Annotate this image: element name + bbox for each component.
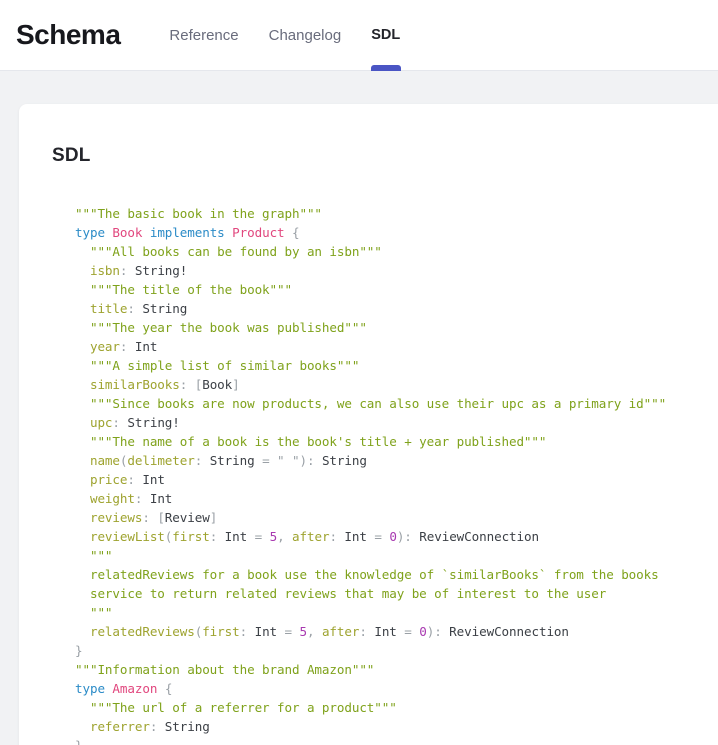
code-line: reviews: [Review] — [75, 508, 718, 527]
tab-reference[interactable]: Reference — [154, 0, 253, 70]
code-line: upc: String! — [75, 413, 718, 432]
code-line: name(delimeter: String = " "): String — [75, 451, 718, 470]
code-line: """ — [75, 603, 718, 622]
code-line: } — [75, 736, 718, 745]
content: SDL """The basic book in the graph"""typ… — [0, 71, 718, 745]
code-line: """Since books are now products, we can … — [75, 394, 718, 413]
header: Schema Reference Changelog SDL — [0, 0, 718, 71]
code-line: type Book implements Product { — [75, 223, 718, 242]
code-line: """The year the book was published""" — [75, 318, 718, 337]
tab-label: Changelog — [269, 27, 342, 44]
code-line: weight: Int — [75, 489, 718, 508]
tab-sdl[interactable]: SDL — [356, 0, 415, 70]
sdl-code-block: """The basic book in the graph"""type Bo… — [75, 204, 718, 745]
code-line: """The basic book in the graph""" — [75, 204, 718, 223]
code-line: """All books can be found by an isbn""" — [75, 242, 718, 261]
active-tab-indicator — [371, 65, 401, 71]
code-line: relatedReviews(first: Int = 5, after: In… — [75, 622, 718, 641]
code-line: } — [75, 641, 718, 660]
tab-label: SDL — [371, 27, 400, 43]
code-line: title: String — [75, 299, 718, 318]
code-line: relatedReviews for a book use the knowle… — [75, 565, 718, 584]
code-line: """The title of the book""" — [75, 280, 718, 299]
code-line: """The url of a referrer for a product""… — [75, 698, 718, 717]
code-line: """ — [75, 546, 718, 565]
tab-label: Reference — [169, 27, 238, 44]
code-line: """Information about the brand Amazon""" — [75, 660, 718, 679]
sdl-card: SDL """The basic book in the graph"""typ… — [19, 104, 718, 745]
page: Schema Reference Changelog SDL SDL """The … — [0, 0, 718, 745]
code-line: year: Int — [75, 337, 718, 356]
code-line: reviewList(first: Int = 5, after: Int = … — [75, 527, 718, 546]
page-title: Schema — [16, 19, 120, 51]
code-line: isbn: String! — [75, 261, 718, 280]
sdl-heading: SDL — [52, 145, 718, 167]
code-line: service to return related reviews that m… — [75, 584, 718, 603]
tab-bar: Reference Changelog SDL — [154, 0, 415, 70]
code-line: referrer: String — [75, 717, 718, 736]
code-line: similarBooks: [Book] — [75, 375, 718, 394]
code-line: price: Int — [75, 470, 718, 489]
code-line: """A simple list of similar books""" — [75, 356, 718, 375]
code-line: """The name of a book is the book's titl… — [75, 432, 718, 451]
tab-changelog[interactable]: Changelog — [254, 0, 357, 70]
code-line: type Amazon { — [75, 679, 718, 698]
